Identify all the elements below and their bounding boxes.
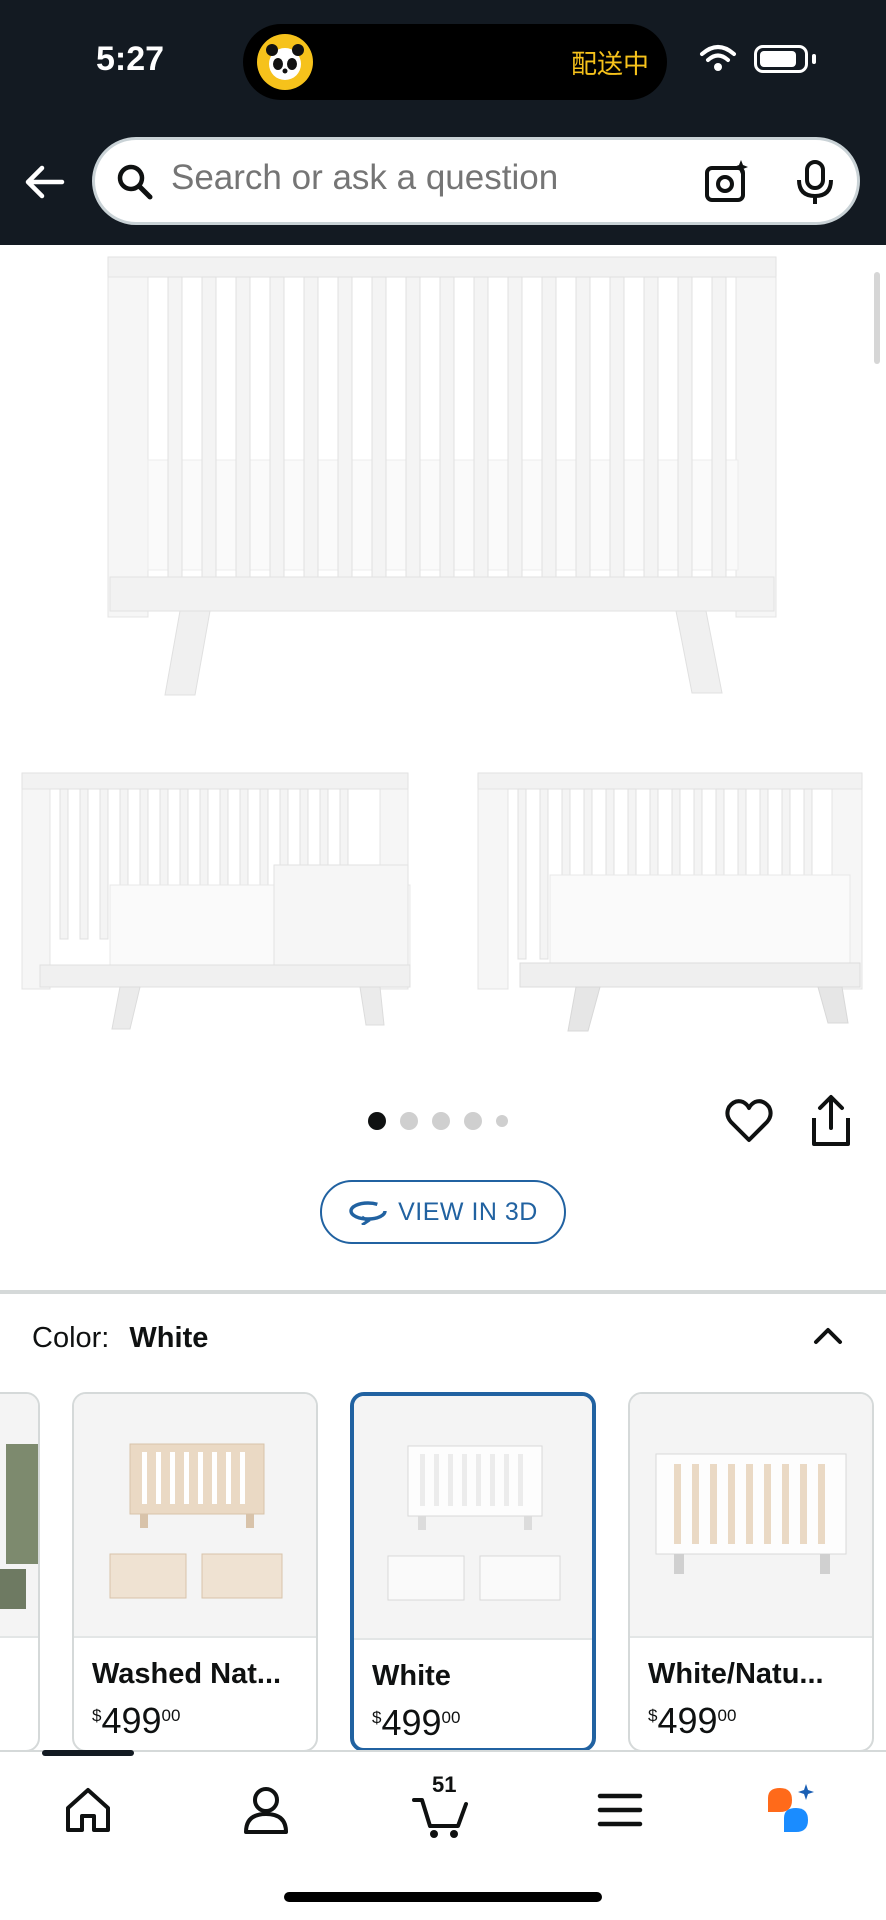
- swatch-image: [0, 1394, 38, 1638]
- color-swatch-carousel[interactable]: Washed Nat... $49900 White $49900 White/…: [0, 1392, 886, 1752]
- dynamic-island[interactable]: 配送中: [243, 24, 667, 100]
- status-icons: [698, 44, 816, 74]
- top-header: 5:27 配送中: [0, 0, 886, 245]
- scroll-indicator: [874, 272, 880, 364]
- pagination-dot[interactable]: [496, 1115, 508, 1127]
- swatch-name: Washed Nat...: [92, 1658, 282, 1690]
- pagination-dot[interactable]: [400, 1112, 418, 1130]
- delivery-status-text: 配送中: [570, 49, 649, 79]
- search-input[interactable]: [171, 158, 621, 198]
- account-icon[interactable]: [236, 1780, 296, 1840]
- swatch-image: [630, 1394, 872, 1638]
- share-icon[interactable]: [806, 1094, 856, 1148]
- heart-icon[interactable]: [724, 1096, 774, 1146]
- chevron-up-icon[interactable]: [808, 1316, 848, 1356]
- selected-color-value: White: [129, 1322, 209, 1354]
- rufus-assistant-icon[interactable]: [762, 1780, 822, 1840]
- daybed-image: [477, 772, 863, 1032]
- camera-search-icon[interactable]: [703, 158, 751, 206]
- pagination-dot[interactable]: [432, 1112, 450, 1130]
- color-swatch-washed-natural[interactable]: Washed Nat... $49900: [72, 1392, 318, 1752]
- section-divider: [0, 1290, 886, 1294]
- battery-icon: [754, 45, 808, 73]
- microphone-icon[interactable]: [793, 158, 837, 206]
- search-icon: [117, 164, 153, 200]
- swatch-name: White/Natu...: [648, 1658, 824, 1690]
- menu-icon[interactable]: [590, 1780, 650, 1840]
- crib-product-images: [21, 256, 863, 1032]
- search-bar[interactable]: [92, 137, 860, 225]
- gallery-pagination-dots[interactable]: [368, 1112, 508, 1130]
- pagination-dot[interactable]: [368, 1112, 386, 1130]
- view-in-3d-label: VIEW IN 3D: [398, 1197, 538, 1226]
- main-crib-image: [107, 256, 777, 696]
- view-in-3d-button[interactable]: VIEW IN 3D: [320, 1180, 566, 1244]
- toddler-bed-image: [21, 772, 411, 1030]
- color-swatch-white[interactable]: White $49900: [350, 1392, 596, 1752]
- color-swatch-white-natural[interactable]: White/Natu... $49900: [628, 1392, 874, 1752]
- panda-app-icon: [257, 34, 313, 90]
- swatch-image: [354, 1396, 592, 1640]
- wifi-icon: [700, 45, 736, 71]
- color-selector-header: Color: White: [32, 1322, 208, 1355]
- swatch-price: $49900: [648, 1700, 737, 1741]
- back-arrow-icon[interactable]: [22, 160, 66, 204]
- status-time: 5:27: [96, 40, 165, 78]
- color-swatch-partial[interactable]: [0, 1392, 40, 1752]
- swatch-name: White: [372, 1660, 451, 1692]
- home-indicator-bar: [284, 1892, 602, 1902]
- active-tab-indicator: [42, 1750, 134, 1756]
- cart-count-badge: 51: [432, 1772, 457, 1797]
- home-icon[interactable]: [58, 1780, 118, 1840]
- battery-tip: [812, 54, 816, 64]
- color-label: Color:: [32, 1322, 110, 1354]
- pagination-dot[interactable]: [464, 1112, 482, 1130]
- product-image-gallery[interactable]: [0, 245, 886, 1065]
- rotate-3d-icon: [349, 1201, 387, 1225]
- swatch-image: [74, 1394, 316, 1638]
- swatch-price: $49900: [372, 1702, 461, 1743]
- swatch-price: $49900: [92, 1700, 181, 1741]
